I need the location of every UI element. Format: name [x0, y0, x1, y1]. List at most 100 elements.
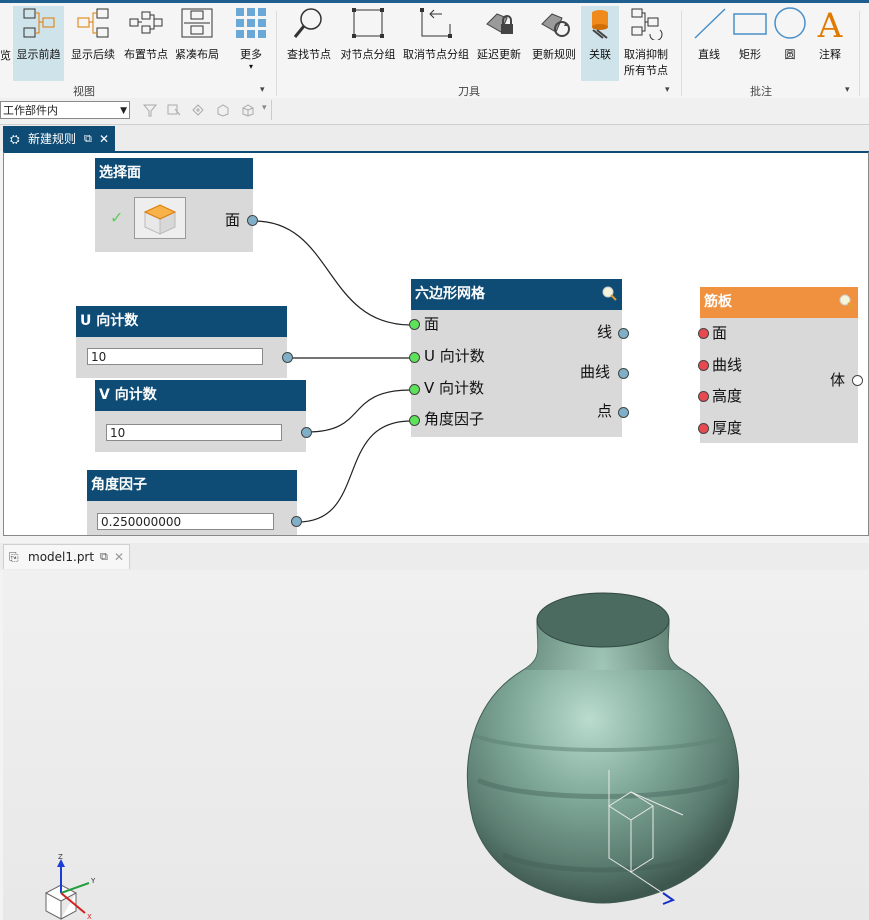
- hex-input-port-face[interactable]: [409, 319, 420, 330]
- select-all-icon[interactable]: [166, 103, 182, 117]
- group-nodes-button[interactable]: 对节点分组: [339, 6, 397, 62]
- rib-input-label-face: 面: [712, 324, 728, 342]
- ungroup-nodes-button[interactable]: 取消节点分组: [401, 6, 471, 62]
- node-canvas[interactable]: 选择面 ✓ 面 U 向计数 10 V 向计数 10 角度因子 0.2500000…: [3, 151, 869, 536]
- database-link-icon: [592, 10, 608, 39]
- blade-group-expand-icon[interactable]: ▾: [665, 85, 670, 95]
- hex-input-label-face: 面: [424, 315, 440, 333]
- model-tabbar: ⎘ model1.prt ⧉ ✕: [0, 543, 869, 570]
- ribbon-partial-button[interactable]: 览: [0, 47, 11, 63]
- divider: [276, 11, 277, 96]
- angle-factor-title: 角度因子: [87, 470, 297, 501]
- rectangle-icon: [733, 13, 767, 35]
- hex-input-port-angle[interactable]: [409, 415, 420, 426]
- face-selector-button[interactable]: [134, 197, 186, 239]
- show-successors-button[interactable]: 显示后续: [68, 6, 118, 62]
- ungroup-nodes-icon: [420, 8, 452, 38]
- annotate-group-expand-icon[interactable]: ▾: [845, 85, 850, 95]
- hex-output-label-curve: 曲线: [580, 363, 611, 381]
- filter-icon[interactable]: [142, 103, 158, 117]
- view-group-expand-icon[interactable]: ▾: [260, 85, 265, 95]
- v-count-node[interactable]: V 向计数 10: [95, 380, 312, 452]
- view-group-label: 视图: [73, 85, 95, 98]
- rib-input-port-thickness[interactable]: [698, 423, 709, 434]
- more-button[interactable]: 更多 ▾: [231, 6, 271, 71]
- circle-icon: [774, 7, 806, 39]
- rib-input-port-height[interactable]: [698, 391, 709, 402]
- selection-toolbar: 工作部件内 ▼ ▾: [0, 98, 869, 125]
- rectangle-button[interactable]: 矩形: [732, 6, 768, 62]
- tab-model[interactable]: ⎘ model1.prt ⧉ ✕: [3, 544, 130, 569]
- select-face-node[interactable]: 选择面 ✓ 面: [95, 158, 258, 252]
- popout-icon[interactable]: ⧉: [84, 127, 92, 151]
- unsuppress-all-button[interactable]: 取消抑制 所有节点: [621, 6, 671, 78]
- svg-text:Z: Z: [58, 853, 63, 861]
- 3d-viewport[interactable]: Z Y X: [3, 570, 869, 920]
- toolbar-dropdown-icon[interactable]: ▾: [262, 103, 267, 113]
- update-rule-button[interactable]: 更新规则: [529, 6, 579, 62]
- hex-output-port-line[interactable]: [618, 328, 629, 339]
- letter-a-icon: A: [817, 6, 843, 40]
- angle-factor-field[interactable]: 0.250000000: [97, 513, 274, 530]
- vase-model[interactable]: [3, 570, 869, 920]
- rib-input-port-curve[interactable]: [698, 360, 709, 371]
- more-dropdown-icon: ▾: [248, 62, 253, 71]
- line-icon: [694, 8, 726, 39]
- annotation-button[interactable]: A 注释: [812, 6, 848, 62]
- tab-new-rule-label: 新建规则: [28, 132, 77, 146]
- hex-output-port-curve[interactable]: [618, 368, 629, 379]
- u-count-node[interactable]: U 向计数 10: [76, 306, 293, 378]
- scope-select-value: 工作部件内: [3, 104, 58, 117]
- v-count-field[interactable]: 10: [106, 424, 282, 441]
- compact-layout-icon: [181, 8, 213, 38]
- group-nodes-icon: [352, 8, 384, 38]
- cube-select-icon[interactable]: [215, 103, 231, 117]
- rib-node[interactable]: 筋板 面 曲线 高度 厚度 体: [698, 287, 863, 443]
- hex-mesh-node[interactable]: 六边形网格 面 U 向计数 V 向计数 角度因子 线 曲线 点: [409, 279, 629, 437]
- find-node-button[interactable]: 查找节点: [285, 6, 333, 62]
- close-icon[interactable]: ✕: [99, 127, 109, 151]
- body-select-icon[interactable]: [240, 103, 256, 117]
- svg-text:A: A: [817, 6, 843, 40]
- line-button[interactable]: 直线: [692, 6, 726, 62]
- unsuppress-label-2: 所有节点: [624, 64, 668, 77]
- circle-label: 圆: [784, 48, 796, 61]
- angle-factor-output-port[interactable]: [291, 516, 302, 527]
- hex-input-label-v: V 向计数: [424, 379, 485, 397]
- delay-update-button[interactable]: 延迟更新: [474, 6, 524, 62]
- show-predecessors-label: 显示前趋: [16, 48, 61, 61]
- rib-input-port-face[interactable]: [698, 328, 709, 339]
- svg-text:Y: Y: [90, 877, 96, 885]
- show-predecessors-button[interactable]: 显示前趋: [13, 6, 64, 81]
- hex-output-port-point[interactable]: [618, 407, 629, 418]
- editor-tabbar: ⛭ 新建规则 ⧉ ✕: [0, 125, 869, 151]
- select-face-output-port[interactable]: [247, 215, 258, 226]
- close-icon[interactable]: ✕: [114, 545, 124, 569]
- group-nodes-label: 对节点分组: [340, 48, 396, 61]
- hex-mesh-title: 六边形网格: [411, 279, 622, 310]
- u-count-output-port[interactable]: [282, 352, 293, 363]
- scope-select[interactable]: 工作部件内 ▼: [0, 101, 130, 119]
- circle-button[interactable]: 圆: [772, 6, 808, 62]
- lock-icon: [486, 13, 513, 34]
- rule-document-icon: ⛭: [10, 132, 20, 146]
- show-successors-label: 显示后续: [71, 48, 115, 61]
- v-count-output-port[interactable]: [301, 427, 312, 438]
- u-count-field[interactable]: 10: [87, 348, 263, 365]
- angle-factor-node[interactable]: 角度因子 0.250000000: [87, 470, 302, 535]
- associate-button[interactable]: 关联: [581, 6, 619, 81]
- add-select-icon[interactable]: [190, 103, 206, 117]
- rib-output-port-body[interactable]: [852, 375, 863, 386]
- tab-new-rule[interactable]: ⛭ 新建规则 ⧉ ✕: [3, 126, 115, 151]
- zoom-icon[interactable]: [601, 285, 617, 301]
- partial-label: 览: [0, 49, 11, 62]
- popout-icon[interactable]: ⧉: [100, 545, 108, 569]
- hex-input-port-v[interactable]: [409, 384, 420, 395]
- compact-layout-button[interactable]: 紧凑布局: [173, 6, 221, 62]
- delay-update-label: 延迟更新: [477, 48, 521, 61]
- arrange-nodes-button[interactable]: 布置节点: [120, 6, 172, 62]
- hex-input-label-angle: 角度因子: [424, 410, 485, 428]
- predecessors-icon: [23, 8, 54, 38]
- zoom-icon[interactable]: [838, 293, 854, 309]
- hex-input-port-u[interactable]: [409, 352, 420, 363]
